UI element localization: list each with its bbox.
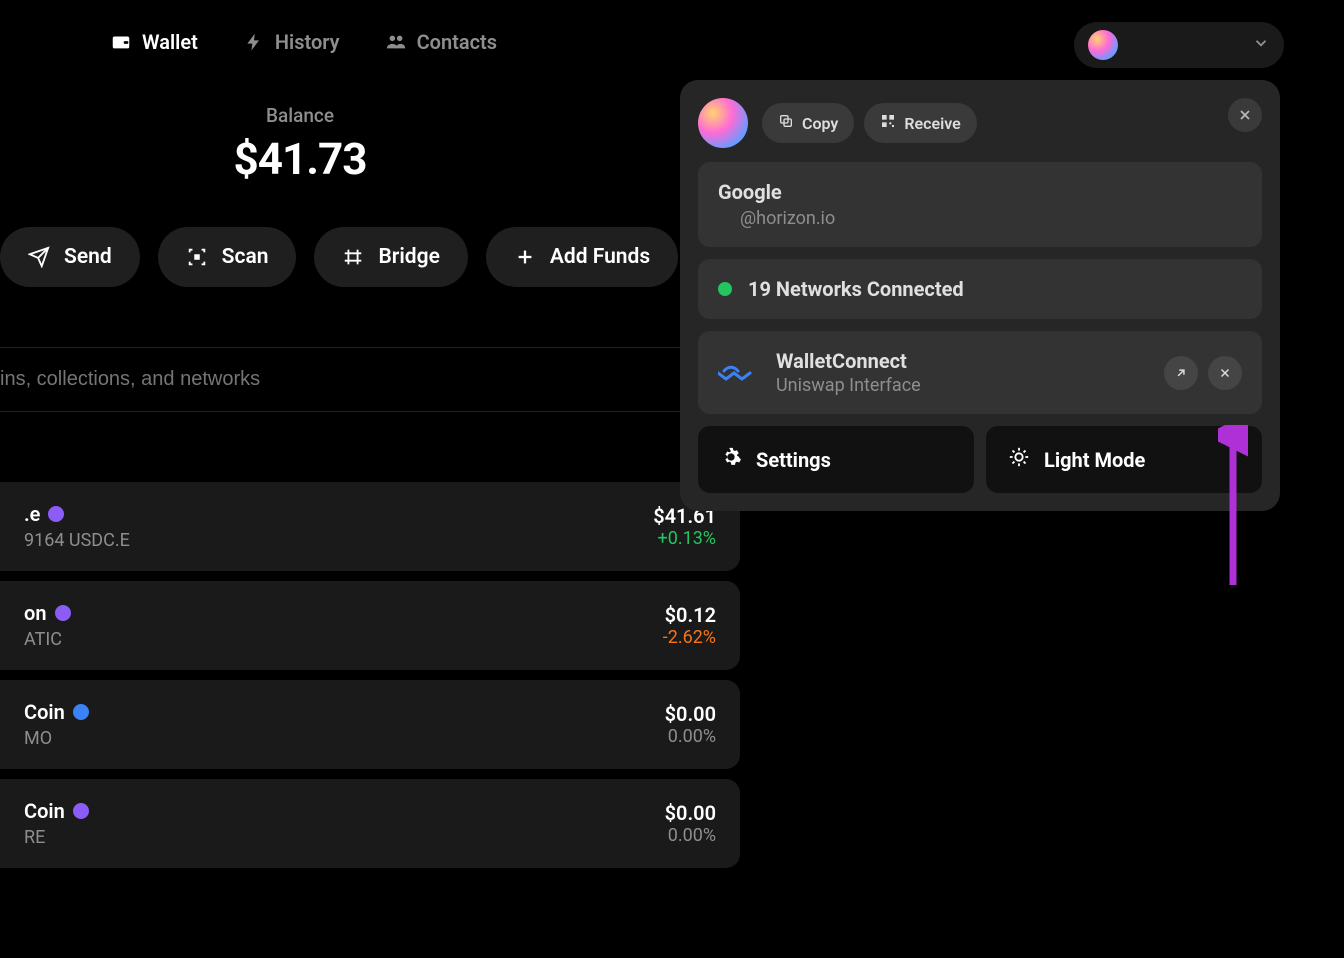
token-sub: RE	[24, 827, 89, 848]
nav-tab-wallet[interactable]: Wallet	[110, 30, 198, 54]
bridge-button[interactable]: Bridge	[314, 227, 467, 287]
copy-button[interactable]: Copy	[762, 103, 854, 143]
networks-text: 19 Networks Connected	[748, 277, 964, 301]
token-amount: $0.12	[663, 603, 716, 627]
list-item[interactable]: on ATIC $0.12 -2.62%	[0, 581, 740, 670]
light-mode-button[interactable]: Light Mode	[986, 426, 1262, 493]
token-sub: MO	[24, 728, 89, 749]
sun-icon	[1008, 446, 1030, 473]
send-button[interactable]: Send	[0, 227, 140, 287]
token-change: 0.00%	[665, 825, 716, 846]
button-label: Send	[64, 245, 112, 269]
network-badge-icon	[73, 803, 89, 819]
status-dot-icon	[718, 282, 732, 296]
chip-label: Receive	[904, 114, 960, 133]
account-switcher[interactable]	[1074, 22, 1284, 68]
connected-title: Google	[718, 180, 1242, 204]
close-popover-button[interactable]	[1228, 98, 1262, 132]
token-change: 0.00%	[665, 726, 716, 747]
token-amount: $0.00	[665, 801, 716, 825]
balance-label: Balance	[0, 104, 600, 127]
receive-button[interactable]: Receive	[864, 103, 976, 143]
wc-title: WalletConnect	[776, 349, 921, 373]
search-input[interactable]	[0, 348, 740, 411]
plus-icon	[514, 246, 536, 268]
copy-icon	[778, 113, 794, 133]
button-label: Bridge	[378, 245, 439, 269]
button-label: Add Funds	[550, 245, 650, 269]
button-label: Light Mode	[1044, 448, 1145, 472]
lightning-icon	[243, 31, 265, 53]
avatar	[698, 98, 748, 148]
list-item[interactable]: Coin RE $0.00 0.00%	[0, 779, 740, 868]
avatar	[1088, 30, 1118, 60]
networks-card[interactable]: 19 Networks Connected	[698, 259, 1262, 319]
wallet-icon	[110, 31, 132, 53]
token-sub: ATIC	[24, 629, 71, 650]
qr-icon	[880, 113, 896, 133]
scan-button[interactable]: Scan	[158, 227, 297, 287]
bridge-icon	[342, 246, 364, 268]
nav-tab-label: Contacts	[417, 30, 497, 54]
send-icon	[28, 246, 50, 268]
connected-sub: @horizon.io	[740, 208, 1242, 229]
token-list: .e 9164 USDC.E $41.61 +0.13% on ATIC $0.…	[0, 482, 740, 868]
nav-tab-contacts[interactable]: Contacts	[385, 30, 497, 54]
nav-tab-history[interactable]: History	[243, 30, 340, 54]
network-badge-icon	[48, 506, 64, 522]
scan-icon	[186, 246, 208, 268]
walletconnect-card[interactable]: WalletConnect Uniswap Interface	[698, 331, 1262, 414]
token-change: +0.13%	[653, 528, 716, 549]
wc-sub: Uniswap Interface	[776, 375, 921, 396]
token-sub: 9164 USDC.E	[24, 530, 130, 551]
contacts-icon	[385, 31, 407, 53]
nav-tab-label: History	[275, 30, 340, 54]
add-funds-button[interactable]: Add Funds	[486, 227, 678, 287]
chevron-down-icon	[1252, 34, 1270, 56]
button-label: Scan	[222, 245, 269, 269]
balance-block: Balance $41.73	[0, 104, 600, 185]
gear-icon	[720, 446, 742, 473]
list-item[interactable]: Coin MO $0.00 0.00%	[0, 680, 740, 769]
list-item[interactable]: .e 9164 USDC.E $41.61 +0.13%	[0, 482, 740, 571]
network-badge-icon	[73, 704, 89, 720]
disconnect-button[interactable]	[1208, 356, 1242, 390]
nav-tab-label: Wallet	[142, 30, 198, 54]
account-popover: Copy Receive Google @horizon.io 19 Netwo…	[680, 80, 1280, 511]
network-badge-icon	[55, 605, 71, 621]
token-amount: $0.00	[665, 702, 716, 726]
search-container	[0, 347, 740, 412]
walletconnect-icon	[718, 358, 758, 388]
token-change: -2.62%	[663, 627, 716, 648]
open-external-button[interactable]	[1164, 356, 1198, 390]
balance-value: $41.73	[0, 133, 600, 185]
connected-account-card[interactable]: Google @horizon.io	[698, 162, 1262, 247]
chip-label: Copy	[802, 114, 838, 133]
settings-button[interactable]: Settings	[698, 426, 974, 493]
button-label: Settings	[756, 448, 831, 472]
